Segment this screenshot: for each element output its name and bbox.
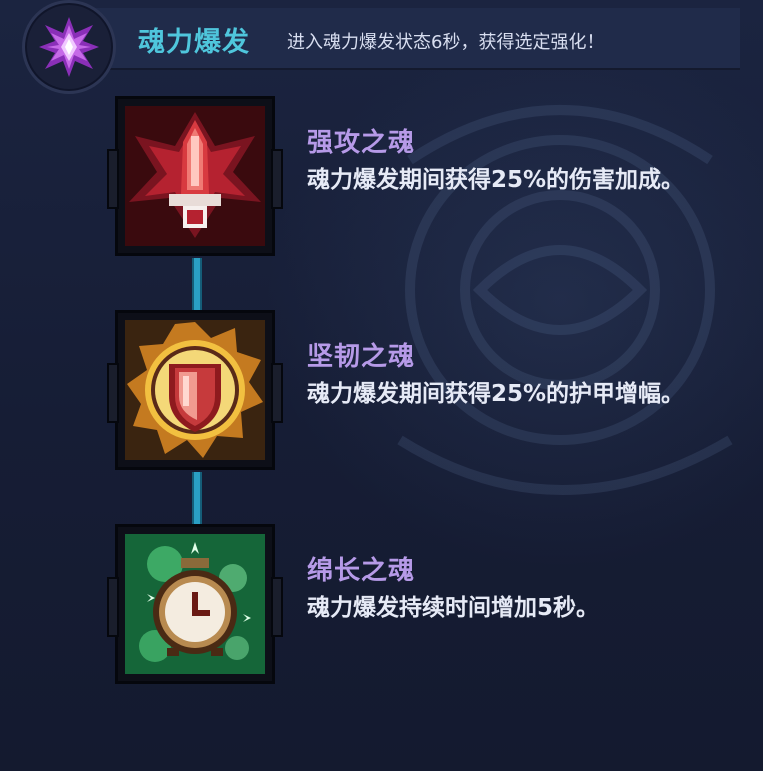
skill-description: 魂力爆发持续时间增加5秒。 — [307, 595, 600, 621]
skill-description: 魂力爆发期间获得25%的伤害加成。 — [307, 167, 685, 193]
skill-name: 坚韧之魂 — [307, 342, 416, 372]
skill-icon-frame[interactable] — [107, 524, 283, 684]
connector-line-1 — [192, 258, 202, 312]
skill-icon-frame[interactable] — [107, 96, 283, 256]
skill-row-endurance[interactable]: 绵长之魂 魂力爆发持续时间增加5秒。 — [107, 524, 745, 684]
skill-icon-frame[interactable] — [107, 310, 283, 470]
skill-description: 魂力爆发期间获得25%的护甲增幅。 — [307, 381, 685, 407]
talent-panel: 魂力爆发 进入魂力爆发状态6秒，获得选定强化！ 强攻之魂 魂力爆发期间获得25%… — [0, 0, 763, 771]
golden-shield-icon — [125, 320, 265, 460]
header-title: 魂力爆发 — [138, 27, 250, 58]
skill-name: 强攻之魂 — [307, 128, 416, 158]
connector-line-2 — [192, 472, 202, 526]
header-description: 进入魂力爆发状态6秒，获得选定强化！ — [287, 32, 605, 53]
red-flame-sword-icon — [125, 106, 265, 246]
skill-row-strong-attack[interactable]: 强攻之魂 魂力爆发期间获得25%的伤害加成。 — [107, 96, 745, 256]
green-clock-icon — [125, 534, 265, 674]
soul-burst-emblem[interactable] — [22, 0, 116, 94]
purple-soul-crystal-icon — [39, 17, 99, 77]
skill-name: 绵长之魂 — [307, 556, 416, 586]
skill-row-tenacity[interactable]: 坚韧之魂 魂力爆发期间获得25%的护甲增幅。 — [107, 310, 745, 470]
